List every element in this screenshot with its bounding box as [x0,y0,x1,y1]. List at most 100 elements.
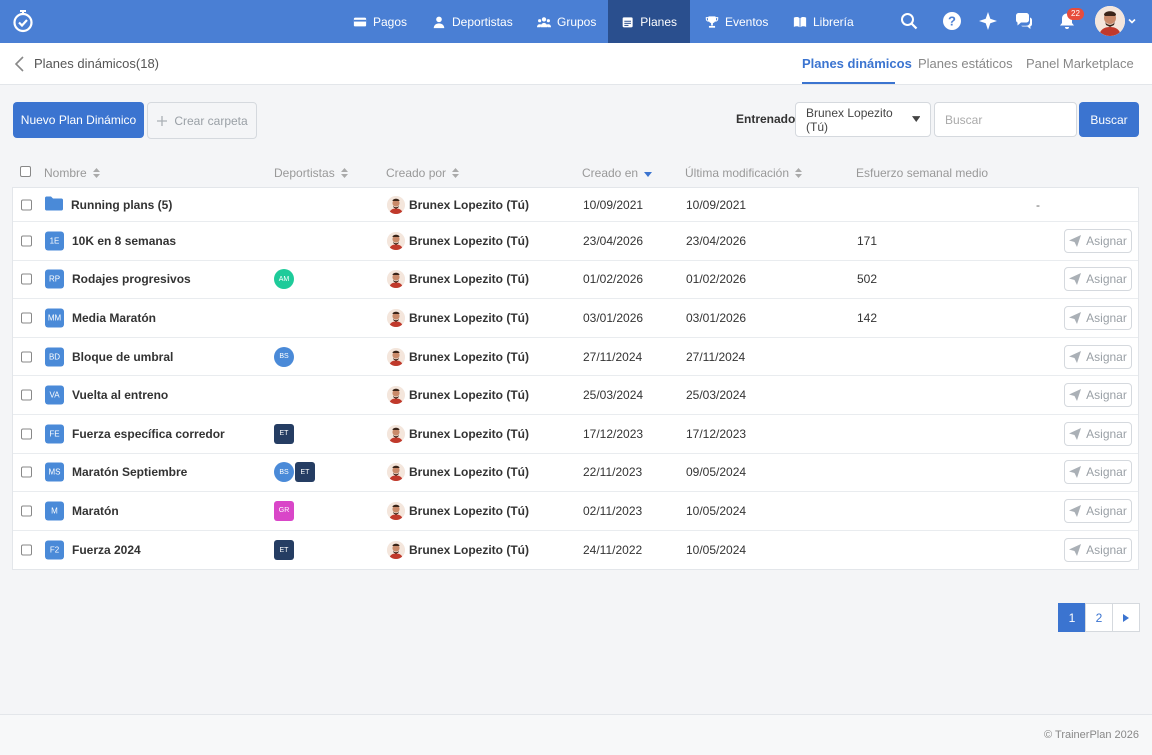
tab-planes-dinamicos[interactable]: Planes dinámicos [802,56,912,71]
table-row[interactable]: 1E 10K en 8 semanas Brunex Lopezito (Tú)… [13,222,1138,261]
creator-name: Brunex Lopezito (Tú) [409,310,529,325]
table-row[interactable]: M Maratón GR Brunex Lopezito (Tú) 02/11/… [13,492,1138,531]
modified-date: 27/11/2024 [686,349,746,364]
row-checkbox[interactable] [21,544,32,556]
created-date: 27/11/2024 [583,349,643,364]
assign-button[interactable]: Asignar [1064,538,1132,563]
next-page-button[interactable] [1112,603,1140,632]
assign-button[interactable]: Asignar [1064,267,1132,292]
row-checkbox-wrap [21,273,32,285]
created-date: 25/03/2024 [583,388,644,403]
plan-name[interactable]: Maratón Septiembre [72,465,187,479]
trainer-select[interactable]: Brunex Lopezito (Tú) [795,102,931,137]
assign-button[interactable]: Asignar [1064,383,1132,408]
send-icon [1069,504,1082,517]
col-ultima-modificacion[interactable]: Última modificación [685,166,803,180]
chevron-down-icon[interactable] [1128,17,1136,25]
plan-chip: M [45,501,64,521]
nav-pagos[interactable]: Pagos [340,0,420,43]
user-icon [433,16,445,28]
row-checkbox[interactable] [21,389,32,401]
athlete-avatar[interactable]: BS [274,346,294,367]
folder-name[interactable]: Running plans (5) [71,198,172,212]
plan-name[interactable]: Fuerza 2024 [72,543,141,557]
sub-header: Planes dinámicos(18) Planes dinámicos Pl… [0,43,1152,85]
athlete-avatar[interactable]: AM [274,269,294,290]
plan-name[interactable]: Bloque de umbral [72,350,173,364]
help-icon[interactable]: ? [942,11,962,31]
plan-name[interactable]: Media Maratón [72,311,156,325]
nav-planes[interactable]: Planes [608,0,690,43]
search-input[interactable] [934,102,1077,137]
search-button[interactable]: Buscar [1079,102,1139,137]
create-folder-button[interactable]: Crear carpeta [147,102,257,139]
back-arrow-icon[interactable] [14,56,26,72]
send-icon [1069,427,1082,440]
nav-libreria[interactable]: Librería [780,0,867,43]
sparkle-icon[interactable] [978,11,998,31]
modified-date: 03/01/2026 [686,310,747,325]
tab-panel-marketplace[interactable]: Panel Marketplace [1026,56,1134,71]
col-deportistas[interactable]: Deportistas [274,166,348,180]
creator-avatar [387,270,405,289]
user-avatar[interactable] [1095,6,1125,36]
row-checkbox[interactable] [21,351,32,363]
athlete-avatar[interactable]: ET [274,423,294,444]
row-checkbox[interactable] [21,235,32,247]
row-checkbox[interactable] [21,428,32,440]
new-plan-button[interactable]: Nuevo Plan Dinámico [13,102,144,138]
search-icon[interactable] [899,11,919,31]
nav-deportistas[interactable]: Deportistas [419,0,526,43]
tab-planes-estaticos[interactable]: Planes estáticos [918,56,1013,71]
folder-row[interactable]: Running plans (5) Brunex Lopezito (Tú) 1… [13,188,1138,222]
select-all-checkbox[interactable] [20,166,31,177]
table-row[interactable]: FE Fuerza específica corredor ET Brunex … [13,415,1138,454]
table-row[interactable]: RP Rodajes progresivos AM Brunex Lopezit… [13,261,1138,300]
page-2-button[interactable]: 2 [1085,603,1113,632]
plan-name[interactable]: Rodajes progresivos [72,272,191,286]
table-row[interactable]: MS Maratón Septiembre BS ET Brunex Lopezi… [13,454,1138,493]
col-esfuerzo[interactable]: Esfuerzo semanal medio [856,166,988,180]
nav-grupos[interactable]: Grupos [524,0,609,43]
send-icon [1069,234,1082,247]
athlete-avatar[interactable]: GR [274,500,294,521]
nav-eventos[interactable]: Eventos [692,0,781,43]
assign-button[interactable]: Asignar [1064,228,1132,253]
chevron-right-icon [1123,613,1129,622]
sort-icon [795,168,803,178]
created-date: 17/12/2023 [583,426,644,441]
col-nombre[interactable]: Nombre [44,166,100,180]
assign-button[interactable]: Asignar [1064,498,1132,523]
row-checkbox[interactable] [21,312,32,324]
athlete-avatar[interactable]: ET [295,462,315,483]
assign-button[interactable]: Asignar [1064,460,1132,485]
assign-button[interactable]: Asignar [1064,344,1132,369]
plan-name[interactable]: Fuerza específica corredor [72,427,225,441]
athlete-avatar[interactable]: ET [274,540,294,561]
plan-name[interactable]: Maratón [72,504,119,518]
athlete-avatar[interactable]: BS [274,462,294,483]
creator-name: Brunex Lopezito (Tú) [409,465,529,480]
sort-icon [92,168,100,178]
table-row[interactable]: F2 Fuerza 2024 ET Brunex Lopezito (Tú) 2… [13,531,1138,570]
row-checkbox[interactable] [21,466,32,478]
col-creado-por[interactable]: Creado por [386,166,460,180]
plan-name[interactable]: 10K en 8 semanas [72,234,176,248]
created-date: 01/02/2026 [583,272,644,287]
plan-chip: VA [45,385,64,405]
row-checkbox[interactable] [21,505,32,517]
table-row[interactable]: VA Vuelta al entreno Brunex Lopezito (Tú… [13,376,1138,415]
creator-name: Brunex Lopezito (Tú) [409,543,529,558]
col-creado-en[interactable]: Creado en [582,166,653,180]
trainer-select-value: Brunex Lopezito (Tú) [806,105,893,134]
page-1-button[interactable]: 1 [1058,603,1086,632]
chat-icon[interactable] [1014,11,1034,31]
app-logo-icon[interactable] [12,9,34,33]
row-checkbox[interactable] [21,273,32,285]
table-row[interactable]: MM Media Maratón Brunex Lopezito (Tú) 03… [13,299,1138,338]
plan-name[interactable]: Vuelta al entreno [72,388,168,402]
assign-button[interactable]: Asignar [1064,305,1132,330]
row-checkbox[interactable] [21,199,32,210]
assign-button[interactable]: Asignar [1064,421,1132,446]
table-row[interactable]: BD Bloque de umbral BS Brunex Lopezito (… [13,338,1138,377]
